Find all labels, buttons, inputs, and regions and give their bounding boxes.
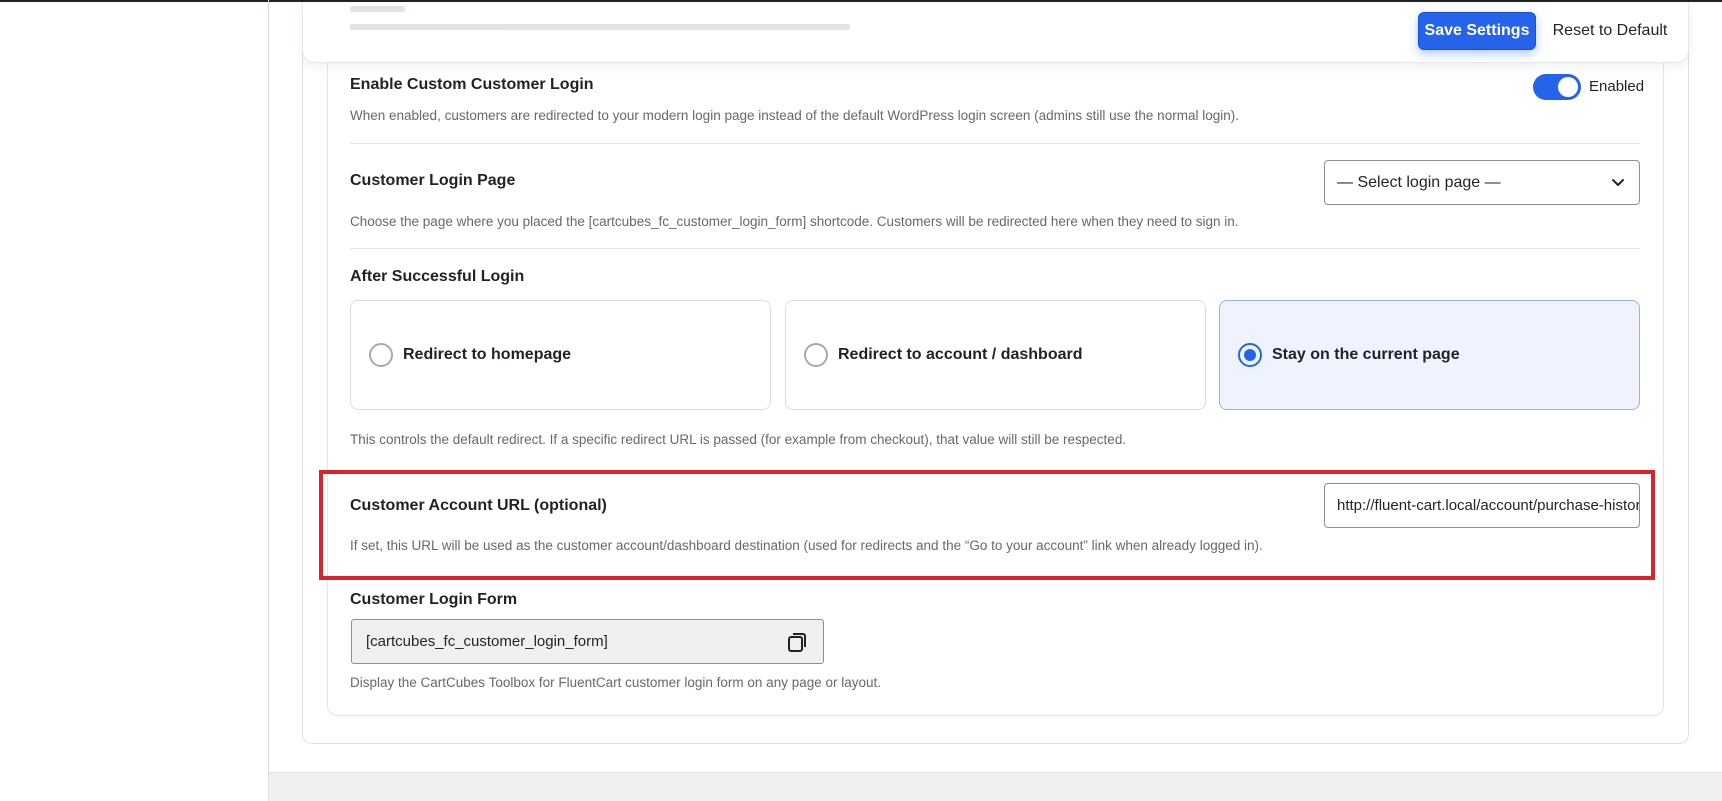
scrolled-heading-remnant <box>350 6 870 32</box>
after-login-option-account[interactable]: Redirect to account / dashboard <box>785 300 1206 410</box>
login-page-label: Customer Login Page <box>350 172 516 189</box>
account-url-description: If set, this URL will be used as the cus… <box>350 538 1263 553</box>
admin-sidebar-area <box>0 2 268 801</box>
radio-button-checked[interactable] <box>1238 343 1262 367</box>
page-footer <box>269 772 1722 801</box>
account-url-label: Customer Account URL (optional) <box>350 497 607 514</box>
after-login-option-current-page[interactable]: Stay on the current page <box>1219 300 1640 410</box>
custom-login-toggle-label: Enabled <box>1589 78 1645 95</box>
toggle-knob <box>1558 77 1578 97</box>
option-label: Redirect to account / dashboard <box>838 346 1083 363</box>
chevron-down-icon <box>1612 179 1624 186</box>
after-login-description: This controls the default redirect. If a… <box>350 432 1127 447</box>
account-url-value: http://fluent-cart.local/account/purchas… <box>1337 497 1640 514</box>
divider <box>350 248 1640 249</box>
save-settings-button[interactable]: Save Settings <box>1418 12 1536 50</box>
option-label: Stay on the current page <box>1272 346 1460 363</box>
custom-login-label: Enable Custom Customer Login <box>350 76 594 93</box>
option-label: Redirect to homepage <box>403 346 572 363</box>
custom-login-toggle[interactable] <box>1533 74 1581 100</box>
after-login-label: After Successful Login <box>350 268 525 285</box>
radio-button[interactable] <box>369 343 393 367</box>
divider <box>350 143 1640 144</box>
login-form-description: Display the CartCubes Toolbox for Fluent… <box>350 675 882 690</box>
reset-to-default-button[interactable]: Reset to Default <box>1545 12 1675 50</box>
login-form-label: Customer Login Form <box>350 591 518 608</box>
after-login-option-homepage[interactable]: Redirect to homepage <box>350 300 771 410</box>
account-url-input[interactable]: http://fluent-cart.local/account/purchas… <box>1324 483 1640 528</box>
login-page-selected-value: — Select login page — <box>1337 173 1501 191</box>
shortcode-field[interactable]: [cartcubes_fc_customer_login_form] <box>351 619 824 664</box>
radio-button[interactable] <box>804 343 828 367</box>
copy-icon[interactable] <box>785 630 809 654</box>
shortcode-value: [cartcubes_fc_customer_login_form] <box>366 633 608 650</box>
login-page-description: Choose the page where you placed the [ca… <box>350 214 1239 229</box>
login-page-select[interactable]: — Select login page — <box>1324 160 1640 205</box>
custom-login-description: When enabled, customers are redirected t… <box>350 108 1239 123</box>
